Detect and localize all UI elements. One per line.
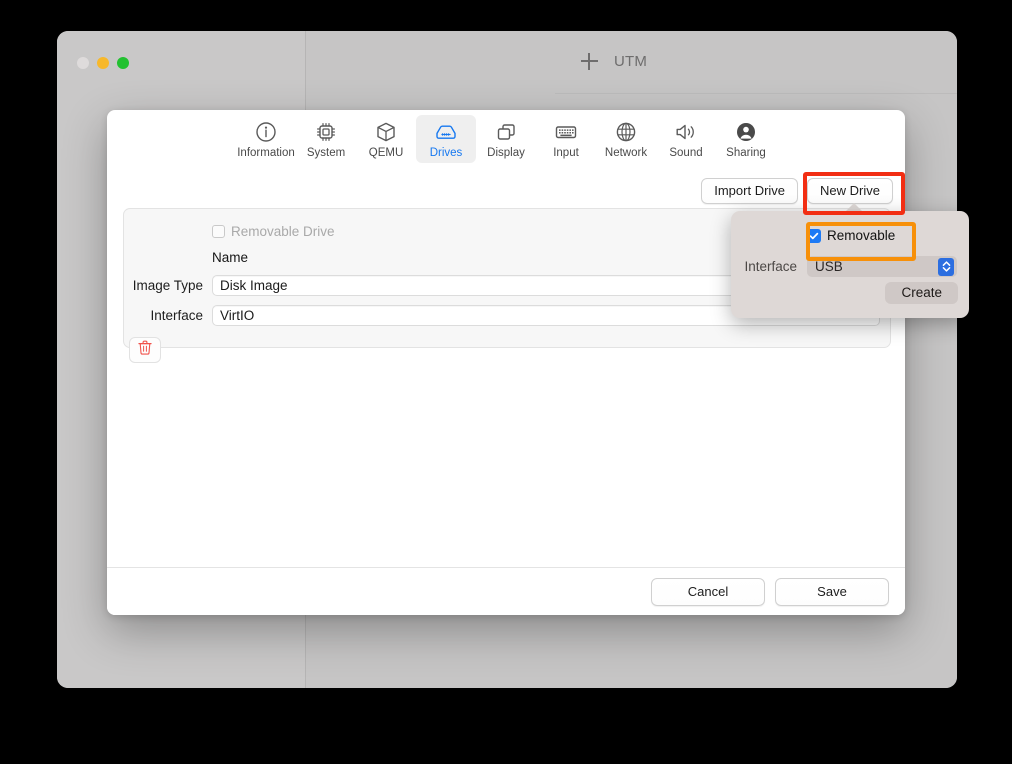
new-drive-button[interactable]: New Drive	[807, 178, 893, 204]
globe-icon	[615, 120, 637, 144]
trash-icon	[138, 340, 152, 360]
tab-label: Sharing	[726, 147, 766, 159]
popover-removable-row[interactable]: Removable	[807, 228, 895, 243]
tab-label: Sound	[669, 147, 703, 159]
tab-label: Input	[553, 147, 579, 159]
popover-removable-checkbox[interactable]	[807, 228, 821, 243]
settings-toolbar: Information System QEMU Drives Display I…	[107, 110, 905, 170]
tab-label: Display	[487, 147, 525, 159]
interface-label: Interface	[150, 307, 203, 323]
drive-actions: Import Drive New Drive	[701, 178, 893, 204]
cube-box-icon	[375, 120, 397, 144]
drive-name-label: Name	[212, 249, 249, 265]
tab-label: Information	[237, 147, 295, 159]
main-window-titlebar: UTM	[555, 31, 957, 94]
tab-label: Drives	[429, 147, 463, 159]
keyboard-icon	[554, 120, 578, 144]
plus-icon[interactable]	[581, 53, 598, 70]
cancel-button[interactable]: Cancel	[651, 577, 765, 606]
windows-stack-icon	[495, 120, 517, 144]
cpu-chip-icon	[315, 120, 337, 144]
tab-label: QEMU	[368, 147, 404, 159]
popover-interface-select[interactable]: USB	[807, 256, 957, 277]
image-type-label: Image Type	[132, 277, 203, 293]
tab-display[interactable]: Display	[476, 115, 536, 163]
window-traffic-lights[interactable]	[77, 57, 129, 69]
tab-drives[interactable]: Drives	[416, 115, 476, 163]
person-circle-icon	[735, 120, 757, 144]
delete-drive-button[interactable]	[129, 337, 161, 363]
tab-input[interactable]: Input	[536, 115, 596, 163]
popover-removable-label: Removable	[827, 228, 896, 243]
popover-interface-value: USB	[815, 259, 843, 274]
screen: UTM Information System QEMU Drives Displ…	[0, 0, 1012, 764]
removable-drive-label: Removable Drive	[231, 223, 335, 239]
internal-drive-icon	[434, 120, 458, 144]
tab-information[interactable]: Information	[236, 115, 296, 163]
create-button[interactable]: Create	[885, 282, 958, 304]
close-button[interactable]	[77, 57, 89, 69]
tab-network[interactable]: Network	[596, 115, 656, 163]
removable-drive-checkbox[interactable]	[212, 224, 225, 238]
minimize-button[interactable]	[97, 57, 109, 69]
window-title: UTM	[614, 53, 648, 70]
vm-settings-sheet: Information System QEMU Drives Display I…	[107, 110, 905, 615]
chevron-up-down-icon[interactable]	[938, 257, 954, 276]
info-circle-icon	[255, 120, 277, 144]
import-drive-button[interactable]: Import Drive	[701, 178, 799, 204]
tab-sharing[interactable]: Sharing	[716, 115, 776, 163]
tab-qemu[interactable]: QEMU	[356, 115, 416, 163]
tab-system[interactable]: System	[296, 115, 356, 163]
maximize-button[interactable]	[117, 57, 129, 69]
tab-label: Network	[604, 147, 648, 159]
speaker-wave-icon	[674, 120, 698, 144]
save-button[interactable]: Save	[775, 577, 889, 606]
popover-interface-label: Interface	[744, 259, 797, 274]
sheet-footer: Cancel Save	[107, 567, 905, 615]
tab-label: System	[306, 147, 346, 159]
new-drive-popover: Removable Interface USB Create	[731, 211, 969, 318]
tab-sound[interactable]: Sound	[656, 115, 716, 163]
popover-interface-row: Interface USB	[743, 256, 957, 277]
